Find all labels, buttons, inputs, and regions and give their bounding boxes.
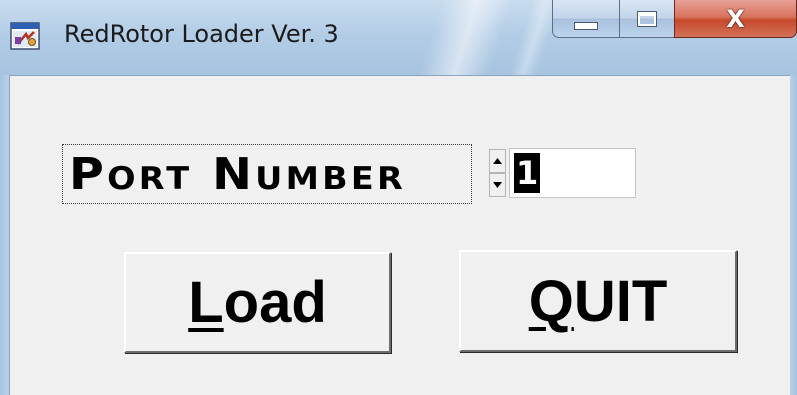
load-mnemonic: L <box>188 270 224 335</box>
quit-label-rest: UIT <box>573 268 668 334</box>
close-icon: X <box>726 4 745 33</box>
port-number-input[interactable]: 1 <box>509 148 636 198</box>
app-icon[interactable] <box>10 22 40 50</box>
window-frame-right <box>790 75 797 395</box>
maximize-icon <box>637 10 657 27</box>
spin-down-button[interactable] <box>489 173 506 197</box>
title-bar[interactable]: RedRotor Loader Ver. 3 X <box>0 0 797 75</box>
window-title: RedRotor Loader Ver. 3 <box>64 20 339 48</box>
quit-mnemonic: Q <box>528 268 574 334</box>
load-button-label: Load <box>188 269 327 336</box>
maximize-button[interactable] <box>619 0 675 38</box>
close-button[interactable]: X <box>674 0 797 38</box>
load-button[interactable]: Load <box>124 252 391 353</box>
spin-down-icon <box>493 182 502 188</box>
port-number-label: Port Number <box>62 144 472 204</box>
minimize-button[interactable] <box>552 0 620 38</box>
port-spinner[interactable] <box>489 149 506 197</box>
window-frame-left <box>0 75 9 395</box>
spin-up-icon <box>493 158 502 164</box>
minimize-icon <box>574 21 598 30</box>
caption-buttons: X <box>552 0 797 40</box>
glass-reflection <box>410 0 520 75</box>
quit-button[interactable]: QUIT <box>459 250 737 352</box>
quit-button-label: QUIT <box>529 268 668 335</box>
port-number-label-text: Port Number <box>69 148 407 200</box>
port-number-value: 1 <box>514 153 541 193</box>
spin-up-button[interactable] <box>489 149 506 173</box>
load-label-rest: oad <box>223 270 327 335</box>
